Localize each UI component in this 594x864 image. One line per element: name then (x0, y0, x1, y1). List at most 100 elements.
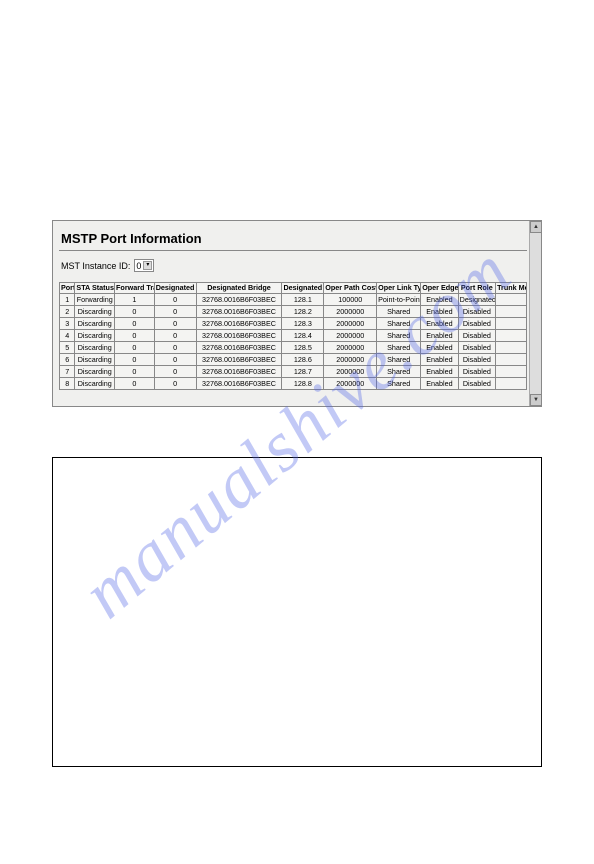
cell-oep: Enabled (421, 305, 458, 317)
cell-fwd: 0 (115, 305, 155, 317)
th-olt: Oper Link Type (377, 283, 421, 294)
table-row: 7Discarding0032768.0016B6F03BEC128.72000… (60, 365, 527, 377)
cell-bridge: 32768.0016B6F03BEC (196, 293, 282, 305)
table-row: 8Discarding0032768.0016B6F03BEC128.82000… (60, 377, 527, 389)
cell-trunk (496, 329, 527, 341)
table-row: 4Discarding0032768.0016B6F03BEC128.42000… (60, 329, 527, 341)
cell-sta: Forwarding (75, 293, 115, 305)
cell-port: 1 (60, 293, 75, 305)
cell-bridge: 32768.0016B6F03BEC (196, 305, 282, 317)
cell-bridge: 32768.0016B6F03BEC (196, 341, 282, 353)
cell-dcost: 0 (154, 365, 196, 377)
cell-oep: Enabled (421, 329, 458, 341)
cell-bridge: 32768.0016B6F03BEC (196, 353, 282, 365)
cell-bridge: 32768.0016B6F03BEC (196, 317, 282, 329)
cell-role: Disabled (458, 353, 495, 365)
divider (59, 250, 527, 251)
empty-content-box (52, 457, 542, 767)
cell-port: 5 (60, 341, 75, 353)
cell-oep: Enabled (421, 317, 458, 329)
cell-dport: 128.7 (282, 365, 324, 377)
cell-dport: 128.2 (282, 305, 324, 317)
chevron-down-icon[interactable]: ▾ (143, 261, 152, 270)
cell-role: Disabled (458, 305, 495, 317)
cell-port: 4 (60, 329, 75, 341)
cell-olt: Point-to-Point (377, 293, 421, 305)
cell-fwd: 0 (115, 353, 155, 365)
table-header-row: Port STA Status Forward Transitions Desi… (60, 283, 527, 294)
cell-opc: 2000000 (324, 305, 377, 317)
cell-olt: Shared (377, 341, 421, 353)
instance-select[interactable]: 0 ▾ (134, 259, 154, 272)
cell-fwd: 1 (115, 293, 155, 305)
cell-bridge: 32768.0016B6F03BEC (196, 365, 282, 377)
cell-role: Disabled (458, 329, 495, 341)
cell-sta: Discarding (75, 317, 115, 329)
th-port: Port (60, 283, 75, 294)
cell-dcost: 0 (154, 377, 196, 389)
table-row: 5Discarding0032768.0016B6F03BEC128.52000… (60, 341, 527, 353)
cell-dport: 128.3 (282, 317, 324, 329)
cell-dcost: 0 (154, 317, 196, 329)
cell-fwd: 0 (115, 329, 155, 341)
cell-trunk (496, 317, 527, 329)
cell-olt: Shared (377, 305, 421, 317)
th-role: Port Role (458, 283, 495, 294)
cell-dcost: 0 (154, 341, 196, 353)
cell-role: Disabled (458, 341, 495, 353)
cell-dcost: 0 (154, 353, 196, 365)
cell-dport: 128.4 (282, 329, 324, 341)
cell-port: 2 (60, 305, 75, 317)
cell-olt: Shared (377, 365, 421, 377)
cell-dport: 128.1 (282, 293, 324, 305)
cell-trunk (496, 353, 527, 365)
cell-port: 6 (60, 353, 75, 365)
instance-row: MST Instance ID: 0 ▾ (61, 259, 525, 272)
mstp-panel: ▲ ▼ MSTP Port Information MST Instance I… (52, 220, 542, 407)
cell-trunk (496, 365, 527, 377)
cell-sta: Discarding (75, 365, 115, 377)
port-table: Port STA Status Forward Transitions Desi… (59, 282, 527, 390)
cell-oep: Enabled (421, 377, 458, 389)
cell-port: 7 (60, 365, 75, 377)
cell-fwd: 0 (115, 377, 155, 389)
cell-dport: 128.8 (282, 377, 324, 389)
cell-dcost: 0 (154, 305, 196, 317)
cell-trunk (496, 341, 527, 353)
scroll-down-icon[interactable]: ▼ (530, 394, 542, 406)
cell-opc: 2000000 (324, 365, 377, 377)
th-sta: STA Status (75, 283, 115, 294)
th-opc: Oper Path Cost (324, 283, 377, 294)
cell-opc: 2000000 (324, 353, 377, 365)
vertical-scrollbar[interactable]: ▲ ▼ (529, 221, 541, 406)
instance-label: MST Instance ID: (61, 261, 130, 271)
cell-olt: Shared (377, 353, 421, 365)
table-row: 2Discarding0032768.0016B6F03BEC128.22000… (60, 305, 527, 317)
cell-bridge: 32768.0016B6F03BEC (196, 329, 282, 341)
cell-oep: Enabled (421, 353, 458, 365)
th-dport: Designated Port (282, 283, 324, 294)
cell-bridge: 32768.0016B6F03BEC (196, 377, 282, 389)
cell-fwd: 0 (115, 317, 155, 329)
cell-dport: 128.6 (282, 353, 324, 365)
cell-sta: Discarding (75, 341, 115, 353)
cell-role: Disabled (458, 377, 495, 389)
cell-sta: Discarding (75, 305, 115, 317)
cell-trunk (496, 377, 527, 389)
cell-sta: Discarding (75, 377, 115, 389)
th-trunk: Trunk Member (496, 283, 527, 294)
cell-port: 8 (60, 377, 75, 389)
panel-title: MSTP Port Information (61, 231, 525, 246)
cell-opc: 2000000 (324, 317, 377, 329)
cell-sta: Discarding (75, 353, 115, 365)
cell-opc: 2000000 (324, 329, 377, 341)
th-fwd: Forward Transitions (115, 283, 155, 294)
cell-role: Disabled (458, 317, 495, 329)
scroll-up-icon[interactable]: ▲ (530, 221, 542, 233)
cell-olt: Shared (377, 329, 421, 341)
table-row: 6Discarding0032768.0016B6F03BEC128.62000… (60, 353, 527, 365)
cell-opc: 100000 (324, 293, 377, 305)
cell-port: 3 (60, 317, 75, 329)
th-dcost: Designated Cost (154, 283, 196, 294)
cell-dport: 128.5 (282, 341, 324, 353)
